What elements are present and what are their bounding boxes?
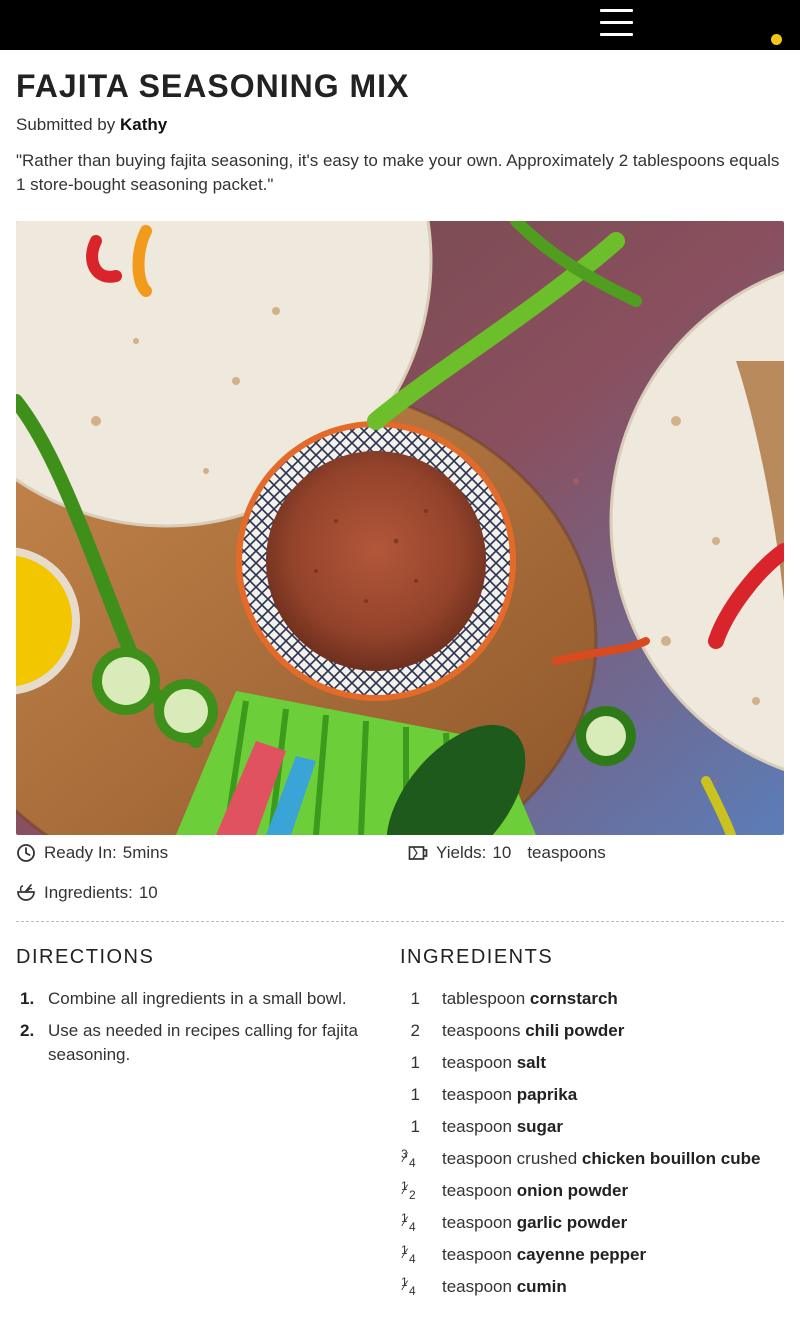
recipe-description: "Rather than buying fajita seasoning, it…: [16, 151, 780, 194]
ingredient-name: onion powder: [516, 1181, 629, 1200]
ingredients-value: 10: [138, 883, 158, 902]
direction-step: 1. Combine all ingredients in a small bo…: [16, 987, 386, 1011]
ingredient-unit: teaspoon: [442, 1085, 512, 1104]
step-text: Use as needed in recipes calling for faj…: [48, 1021, 358, 1064]
ingredient-unit: teaspoon: [442, 1181, 512, 1200]
ingredient-name: sugar: [516, 1117, 563, 1136]
ingredient-unit: teaspoons: [442, 1021, 521, 1040]
ingredient-item: 1 teaspoon sugar: [400, 1115, 790, 1139]
yields-unit: teaspoons: [527, 843, 606, 862]
ingredient-unit: tablespoon: [442, 989, 526, 1008]
ingredient-qty: 1: [410, 1053, 420, 1072]
recipe-photo: [16, 221, 784, 835]
step-number: 2.: [20, 1021, 35, 1040]
ingredient-unit: teaspoon: [442, 1117, 512, 1136]
ingredient-name: cornstarch: [529, 989, 618, 1008]
mortar-pestle-icon: [16, 883, 36, 903]
ingredient-name: chicken bouillon cube: [581, 1149, 761, 1168]
ingredient-name: cayenne pepper: [516, 1245, 647, 1264]
ingredient-count-info: Ingredients: 10: [16, 883, 158, 903]
yields-value: 10: [492, 843, 512, 862]
serving-tray-icon: [408, 843, 428, 863]
ingredient-unit: teaspoon: [442, 1053, 512, 1072]
ingredient-qty: 1: [410, 1085, 420, 1104]
ready-in-label: Ready In:: [44, 843, 117, 862]
menu-line: [600, 9, 633, 12]
ingredient-name: paprika: [516, 1085, 578, 1104]
ingredient-item: 2 teaspoons chili powder: [400, 1019, 790, 1043]
ingredient-item: 1 ⁄ 4 teaspoon cayenne pepper: [400, 1243, 790, 1267]
ingredient-item: 1 ⁄ 4 teaspoon cumin: [400, 1275, 790, 1299]
ingredient-name: chili powder: [525, 1021, 625, 1040]
ingredient-name: salt: [516, 1053, 546, 1072]
ingredient-qty-fraction: 1 ⁄ 2: [401, 1179, 416, 1202]
author-link[interactable]: Kathy: [120, 115, 167, 134]
yields-info: Yields: 10 teaspoons: [408, 843, 606, 863]
yields-label: Yields:: [436, 843, 487, 862]
section-divider: [16, 921, 784, 922]
ingredients-heading: INGREDIENTS: [400, 946, 554, 968]
ingredient-unit: teaspoon: [442, 1245, 512, 1264]
submitted-by-label: Submitted by: [16, 115, 116, 134]
directions-heading: DIRECTIONS: [16, 946, 155, 968]
ready-in-value: 5mins: [122, 843, 169, 862]
ingredient-qty: 1: [410, 989, 420, 1008]
notification-dot-icon[interactable]: [771, 34, 782, 45]
ingredient-item: 1 teaspoon salt: [400, 1051, 790, 1075]
ingredient-item: 3 ⁄ 4 teaspoon crushed chicken bouillon cu…: [400, 1147, 790, 1171]
byline: Submitted by Kathy: [16, 115, 167, 135]
clock-icon: [16, 843, 36, 863]
ingredient-item: 1 ⁄ 4 teaspoon garlic powder: [400, 1211, 790, 1235]
recipe-title: FAJITA SEASONING MIX: [16, 68, 410, 104]
ingredient-qty-fraction: 1 ⁄ 4: [401, 1211, 416, 1234]
ingredient-unit: teaspoon crushed: [442, 1149, 578, 1168]
ingredient-qty-fraction: 1 ⁄ 4: [401, 1275, 416, 1298]
menu-line: [600, 33, 633, 36]
menu-line: [600, 21, 633, 24]
ingredient-qty-fraction: 3 ⁄ 4: [401, 1147, 416, 1170]
ingredient-item: 1 ⁄ 2 teaspoon onion powder: [400, 1179, 790, 1203]
ingredient-qty: 1: [410, 1117, 420, 1136]
ingredient-unit: teaspoon: [442, 1213, 512, 1232]
ingredient-item: 1 teaspoon paprika: [400, 1083, 790, 1107]
direction-step: 2. Use as needed in recipes calling for …: [16, 1019, 386, 1067]
hamburger-menu-icon[interactable]: [600, 8, 633, 38]
step-number: 1.: [20, 989, 35, 1008]
ready-in-info: Ready In: 5mins: [16, 843, 168, 863]
step-text: Combine all ingredients in a small bowl.: [48, 989, 347, 1008]
ingredients-label: Ingredients:: [44, 883, 133, 902]
ingredient-name: garlic powder: [516, 1213, 628, 1232]
ingredient-item: 1 tablespoon cornstarch: [400, 987, 790, 1011]
ingredient-qty: 2: [410, 1021, 420, 1040]
ingredient-name: cumin: [516, 1277, 567, 1296]
ingredient-qty-fraction: 1 ⁄ 4: [401, 1243, 416, 1266]
top-navigation-bar: [0, 0, 800, 50]
recipe-photo-illustration: [16, 221, 784, 835]
ingredient-unit: teaspoon: [442, 1277, 512, 1296]
